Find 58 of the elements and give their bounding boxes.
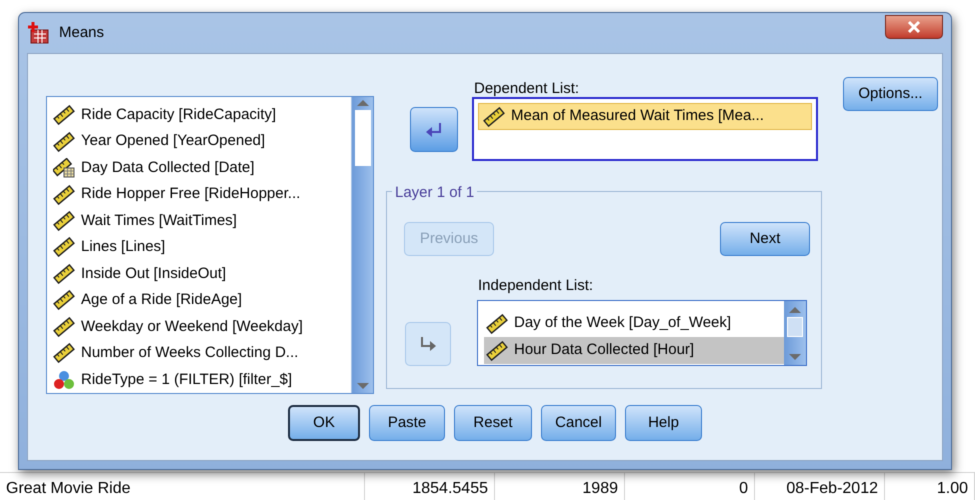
variable-item[interactable]: Lines [Lines] <box>53 234 351 261</box>
independent-list-label: Independent List: <box>478 276 594 296</box>
list-item[interactable]: Day of the Week [Day_of_Week] <box>484 310 784 337</box>
variable-name: Ride Hopper Free [RideHopper... <box>81 184 300 204</box>
variable-name: Number of Weeks Collecting D... <box>81 343 298 364</box>
scroll-thumb[interactable] <box>354 110 370 166</box>
variable-list[interactable] <box>46 96 374 394</box>
options-button[interactable]: Options... <box>843 77 938 111</box>
variable-item[interactable]: Age of a Ride [RideAge] <box>53 287 351 314</box>
variable-name: Ride Capacity [RideCapacity] <box>81 104 276 125</box>
variable-item[interactable]: RideType = 1 (FILTER) [filter_$] <box>53 366 351 393</box>
app-icon <box>27 21 51 45</box>
independent-list[interactable]: Day of the Week [Day_of_Week] Hour Data Collected [Hour] <box>477 300 807 366</box>
variable-name: Inside Out [InsideOut] <box>81 264 226 284</box>
variable-item[interactable]: Inside Out [InsideOut] <box>53 260 351 288</box>
scroll-down-icon[interactable] <box>789 354 801 360</box>
scroll-down-icon[interactable] <box>356 383 368 389</box>
variable-item[interactable]: Ride Hopper Free [RideHopper... <box>53 181 351 208</box>
move-button[interactable] <box>410 107 458 152</box>
table-cell: 0 <box>625 473 755 500</box>
variable-item[interactable]: Ride Capacity [RideCapacity] <box>53 102 351 128</box>
variable-name: Weekday or Weekend [Weekday] <box>81 316 303 337</box>
dependent-list-label: Dependent List: <box>474 79 580 99</box>
scroll-thumb[interactable] <box>787 317 803 337</box>
variable-item[interactable]: Weekday or Weekend [Weekday] <box>53 314 351 340</box>
table-cell: 1989 <box>495 473 625 500</box>
list-item[interactable]: Mean of Measured Wait Times [Mea... <box>478 103 812 130</box>
variable-name: Wait Times [WaitTimes] <box>81 210 237 231</box>
variable-item[interactable]: Year Opened [YearOpened] <box>53 128 351 155</box>
dialog-button[interactable]: Paste <box>369 405 445 441</box>
variable-item[interactable]: Day Data Collected [Date] <box>53 154 351 182</box>
variable-name: Hour Data Collected [Hour] <box>514 340 694 360</box>
circles-icon <box>53 370 75 390</box>
list-item[interactable]: Hour Data Collected [Hour] <box>484 337 784 364</box>
variable-item[interactable]: Wait Times [WaitTimes] <box>53 208 351 234</box>
dialog-button[interactable]: OK <box>288 405 360 441</box>
table-cell: 08-Feb-2012 <box>755 473 885 500</box>
variable-item[interactable]: Number of Weeks Collecting D... <box>53 340 351 367</box>
variable-name: Lines [Lines] <box>81 237 166 258</box>
variable-name: Age of a Ride [RideAge] <box>81 290 242 310</box>
table-cell: Great Movie Ride <box>0 473 365 500</box>
next-button[interactable]: Next <box>720 222 810 256</box>
table-cell: 1.00 <box>885 473 975 500</box>
variable-name: Mean of Measured Wait Times [Mea... <box>511 106 764 126</box>
scrollbar[interactable] <box>351 97 373 393</box>
variable-name: Day of the Week [Day_of_Week] <box>514 313 732 334</box>
scrollbar[interactable] <box>784 301 806 365</box>
close-icon <box>907 20 921 34</box>
dialog-button[interactable]: Reset <box>454 405 532 441</box>
dialog-button[interactable]: Help <box>625 405 702 441</box>
window-title: Means <box>59 22 104 43</box>
close-button[interactable] <box>885 15 943 39</box>
variable-name: Year Opened [YearOpened] <box>81 131 266 152</box>
table-cell: 1854.5455 <box>365 473 495 500</box>
dialog-button[interactable]: Cancel <box>541 405 616 441</box>
variable-name: Day Data Collected [Date] <box>81 158 254 178</box>
dependent-list[interactable]: Mean of Measured Wait Times [Mea... <box>472 97 818 161</box>
variable-name: RideType = 1 (FILTER) [filter_$] <box>81 370 292 390</box>
